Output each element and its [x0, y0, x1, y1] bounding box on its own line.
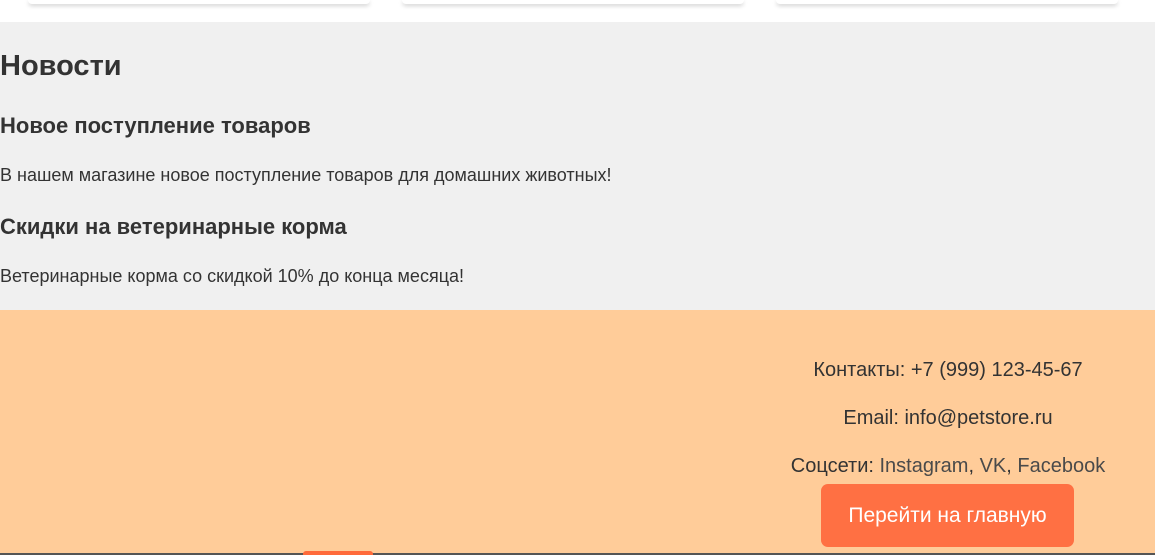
social-link-instagram[interactable]: Instagram — [880, 455, 969, 477]
product-card-edge — [402, 0, 744, 4]
social-label: Соцсети: — [790, 455, 874, 477]
product-card-edge — [776, 0, 1118, 4]
product-cards-bottom-edge — [0, 0, 1155, 22]
footer-social: Соцсети: Instagram, VK, Facebook — [768, 454, 1128, 478]
product-card-edge — [28, 0, 370, 4]
news-item-text: Ветеринарные корма со скидкой 10% до кон… — [0, 266, 465, 286]
news-heading: Новости — [0, 50, 122, 82]
news-item-text: В нашем магазине новое поступление товар… — [0, 165, 612, 185]
go-home-button[interactable]: Перейти на главную — [821, 484, 1074, 547]
social-link-facebook[interactable]: Facebook — [1017, 455, 1105, 477]
footer: Контакты: +7 (999) 123-45-67 Email: info… — [0, 310, 1155, 555]
footer-contacts: Контакты: +7 (999) 123-45-67 — [813, 359, 1083, 381]
news-item-title: Скидки на ветеринарные корма — [0, 214, 347, 239]
social-link-vk[interactable]: VK — [980, 455, 1007, 477]
partially-visible-element — [303, 551, 373, 555]
footer-email: Email: info@petstore.ru — [843, 407, 1053, 429]
social-separator: , — [968, 455, 980, 477]
news-section: Новости Новое поступление товаров В наше… — [0, 22, 1155, 310]
news-item-title: Новое поступление товаров — [0, 113, 311, 138]
social-separator: , — [1006, 455, 1018, 477]
